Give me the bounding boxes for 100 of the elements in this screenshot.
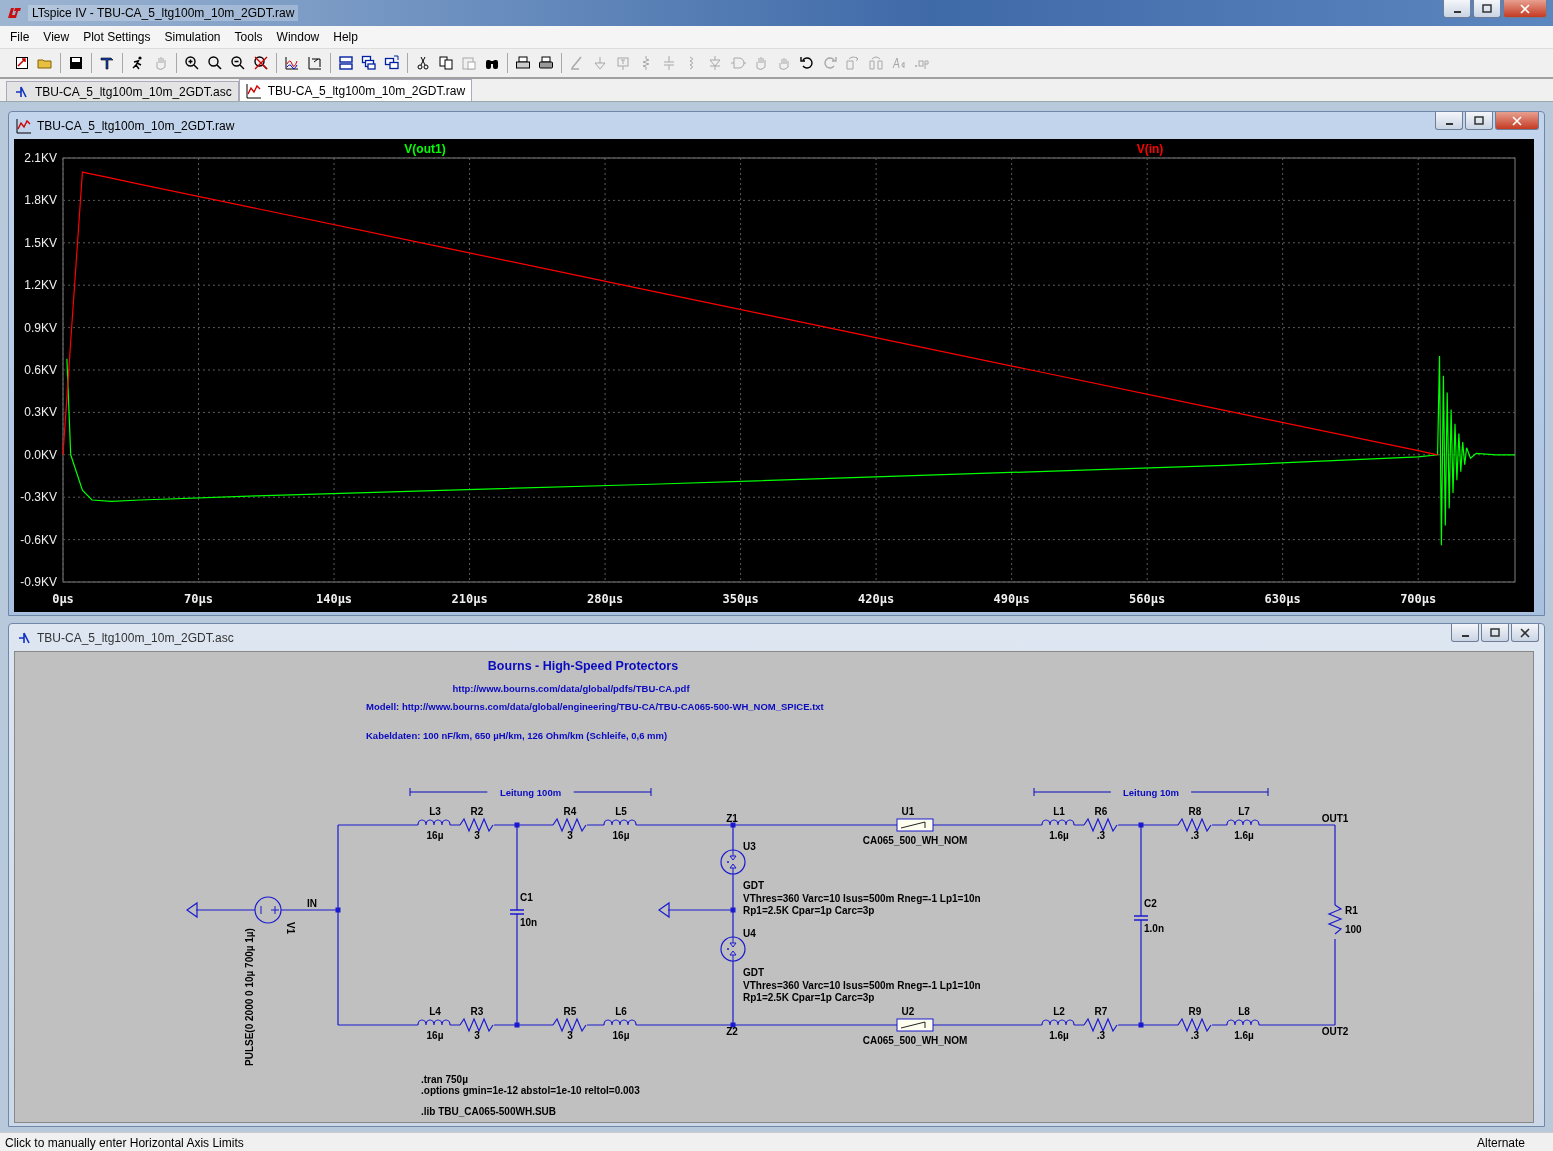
maximize-button[interactable]: [1465, 112, 1493, 130]
component-label: L1: [1053, 806, 1065, 817]
component-label: L2: [1053, 1006, 1065, 1017]
component-label: R5: [563, 1006, 577, 1017]
menu-item[interactable]: File: [3, 28, 37, 46]
component-parameters: VThres=360 Varc=10 Isus=500m Rneg=-1 Lp1=10n: [743, 893, 981, 904]
maximize-icon: [1474, 115, 1484, 126]
component-label: L3: [429, 806, 441, 817]
maximize-icon: [1482, 3, 1492, 14]
menu-item[interactable]: Help: [326, 28, 365, 46]
net-label: Z1: [726, 813, 738, 824]
segment-label: Leitung 100m: [499, 787, 562, 798]
minimize-button[interactable]: [1443, 0, 1471, 18]
component-label: U4: [743, 928, 756, 939]
minimize-button[interactable]: [1451, 624, 1479, 642]
cascade-windows-icon[interactable]: [361, 55, 377, 71]
component-value: 3: [567, 1030, 573, 1041]
component-value: 16µ: [426, 1030, 444, 1041]
datasheet-link[interactable]: http://www.bourns.com/data/global/pdfs/TBU-CA.pdf: [452, 683, 690, 694]
x-tick-label: 210µs: [451, 592, 488, 606]
autorange-icon[interactable]: [307, 55, 323, 71]
component-label: L8: [1238, 1006, 1250, 1017]
printer-icon[interactable]: [538, 55, 554, 71]
document-tab[interactable]: TBU-CA_5_ltg100m_10m_2GDT.asc: [6, 81, 239, 101]
minimize-icon: [1453, 10, 1461, 13]
component-value: 3: [567, 830, 573, 841]
component-value: 100: [1345, 924, 1362, 935]
component-label: L4: [429, 1006, 441, 1017]
schematic-heading: Bourns - High-Speed Protectors: [487, 659, 679, 673]
minimize-icon: [1461, 634, 1469, 637]
menu-item[interactable]: Window: [269, 28, 327, 46]
waveform-icon: [16, 117, 32, 134]
menu-item[interactable]: Simulation: [157, 28, 228, 46]
component-label: R9: [1188, 1006, 1202, 1017]
trace-label[interactable]: V(in): [1136, 142, 1164, 156]
zoom-icon[interactable]: [207, 55, 223, 71]
document-tab[interactable]: TBU-CA_5_ltg100m_10m_2GDT.raw: [238, 79, 473, 101]
spice-directive: .lib TBU_CA065-500WH.SUB: [421, 1106, 557, 1117]
component-value: 1.6µ: [1049, 1030, 1069, 1041]
new-schematic-icon[interactable]: [14, 55, 30, 71]
x-tick-label: 560µs: [1129, 592, 1166, 606]
menu-item[interactable]: Plot Settings: [76, 28, 158, 46]
menu-item[interactable]: View: [36, 28, 77, 46]
net-label: OUT2: [1321, 1026, 1349, 1037]
component-label: R1: [1345, 905, 1358, 916]
model-note: Modell: http://www.bourns.com/data/global/engineering/TBU-CA/TBU-CA065-500-WH_NOM_SPICE.txt: [366, 701, 824, 712]
status-message: Click to manually enter Horizontal Axis Limits: [5, 1135, 244, 1150]
port-arrow-icon: [186, 901, 198, 918]
component-label: C1: [520, 892, 533, 903]
copy-icon[interactable]: [438, 55, 454, 71]
window-title: TBU-CA_5_ltg100m_10m_2GDT.asc: [37, 630, 234, 645]
tile-windows-icon[interactable]: [338, 55, 354, 71]
x-tick-label: 420µs: [858, 592, 895, 606]
y-tick-label: -0.9KV: [20, 575, 57, 589]
component-label: L5: [615, 806, 627, 817]
component-value: 16µ: [426, 830, 444, 841]
y-tick-label: -0.3KV: [20, 490, 57, 505]
spice-directive: .options gmin=1e-12 abstol=1e-10 reltol=0.003: [421, 1085, 640, 1096]
x-tick-label: 700µs: [1400, 592, 1437, 606]
net-label: OUT1: [1321, 813, 1349, 824]
port-arrow-icon: [657, 901, 670, 919]
zoom-out-icon[interactable]: [230, 55, 246, 71]
maximize-button[interactable]: [1473, 0, 1501, 18]
zoom-cancel-icon[interactable]: [253, 55, 269, 71]
x-tick-label: 140µs: [316, 592, 353, 606]
maximize-button[interactable]: [1481, 624, 1509, 642]
minimize-button[interactable]: [1435, 112, 1463, 130]
voltage-source-symbol: [254, 896, 282, 924]
waveform-plot[interactable]: 2.1KV 1.8KV 1.5KV 1.2KV 0.9KV 0.6KV 0.3KV 0.0KV -0.3KV -0.6KV -0.9KV 0µs 70µs 140µs 210µs 280µs 350µs 420µs 490µs 560µs 630µs 700µs V(out1) V(in): [14, 139, 1534, 612]
component-value: 1.6µ: [1049, 830, 1069, 841]
component-value: CA065_500_WH_NOM: [862, 835, 968, 846]
status-mode: Alternate: [1476, 1135, 1525, 1150]
component-value: GDT: [743, 880, 765, 891]
undo-icon[interactable]: [799, 55, 815, 71]
minimize-icon: [1445, 122, 1453, 125]
zoom-in-icon[interactable]: [184, 55, 200, 71]
close-icon: [1512, 115, 1522, 126]
stacked-windows-icon[interactable]: [384, 55, 400, 71]
menu-item[interactable]: Tools: [227, 28, 270, 46]
component-value: .3: [1190, 1030, 1200, 1041]
close-button[interactable]: [1511, 624, 1539, 642]
save-icon[interactable]: [68, 55, 84, 71]
component-label: R8: [1188, 806, 1202, 817]
scissors-icon[interactable]: [415, 55, 431, 71]
component-label: U2: [901, 1006, 915, 1017]
component-value: .3: [1190, 830, 1200, 841]
waveform-chart-icon[interactable]: [284, 55, 300, 71]
component-label: U3: [743, 841, 756, 852]
component-value: .3: [1096, 830, 1106, 841]
printer-icon[interactable]: [515, 55, 531, 71]
component-label: R2: [470, 806, 484, 817]
y-tick-label: 1.5KV: [24, 235, 57, 250]
component-label: U1: [901, 806, 915, 817]
cable-note: Kabeldaten: 100 nF/km, 650 µH/km, 126 Ohm/km (Schleife, 0,6 mm): [366, 730, 668, 741]
component-parameters: Rp1=2.5K Cpar=1p Carc=3p: [743, 905, 875, 916]
component-value: 3: [474, 830, 480, 841]
component-parameters: VThres=360 Varc=10 Isus=500m Rneg=-1 Lp1=10n: [743, 980, 981, 991]
hammer-icon[interactable]: [99, 55, 115, 71]
trace-label[interactable]: V(out1): [404, 142, 446, 156]
y-tick-label: 0.9KV: [24, 320, 57, 335]
